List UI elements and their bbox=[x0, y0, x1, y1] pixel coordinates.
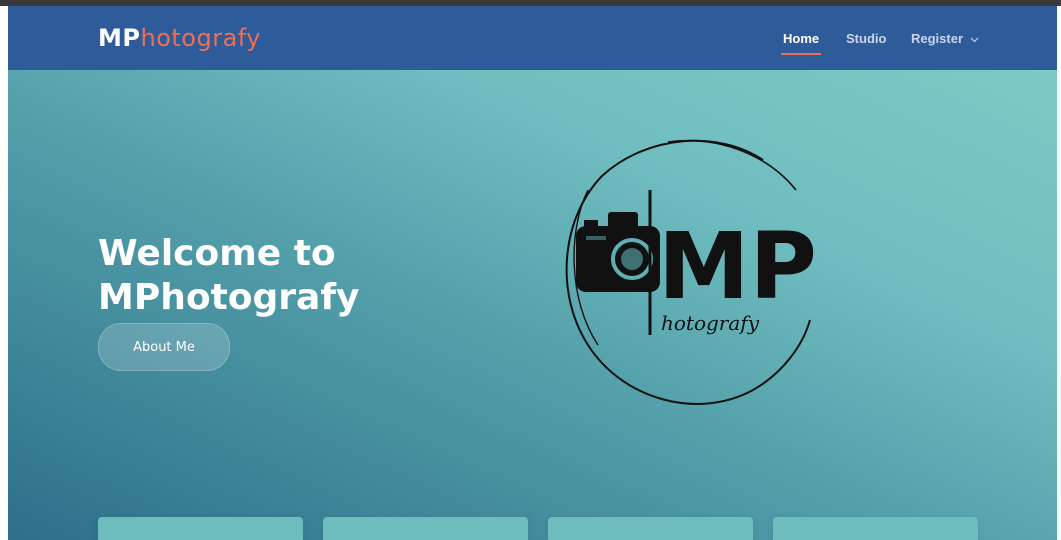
top-navbar: MPhotografy Home Studio Register bbox=[8, 6, 1057, 70]
hero-title-line-1: Welcome to bbox=[98, 233, 336, 275]
hero-title: Welcome to MPhotografy bbox=[98, 232, 418, 320]
nav-studio[interactable]: Studio bbox=[846, 31, 886, 46]
about-me-button[interactable]: About Me bbox=[98, 323, 230, 371]
camera-icon bbox=[576, 212, 660, 292]
feature-card-2[interactable] bbox=[323, 517, 528, 540]
nav-home[interactable]: Home bbox=[780, 31, 822, 55]
feature-card-3[interactable] bbox=[548, 517, 753, 540]
logo-script-text: hotografy bbox=[661, 311, 760, 335]
hero-title-line-2: MPhotografy bbox=[98, 277, 360, 319]
mphotografy-logo: MP hotografy bbox=[565, 139, 817, 405]
main-nav: Home Studio Register bbox=[8, 31, 1057, 61]
hero-section: Welcome to MPhotografy About Me MP hotog… bbox=[8, 70, 1057, 540]
feature-card-4[interactable] bbox=[773, 517, 978, 540]
logo-monogram: MP bbox=[658, 213, 817, 320]
nav-register-label: Register bbox=[911, 31, 964, 46]
chevron-down-icon bbox=[970, 37, 979, 42]
nav-register[interactable]: Register bbox=[911, 31, 979, 46]
feature-card-1[interactable] bbox=[98, 517, 303, 540]
